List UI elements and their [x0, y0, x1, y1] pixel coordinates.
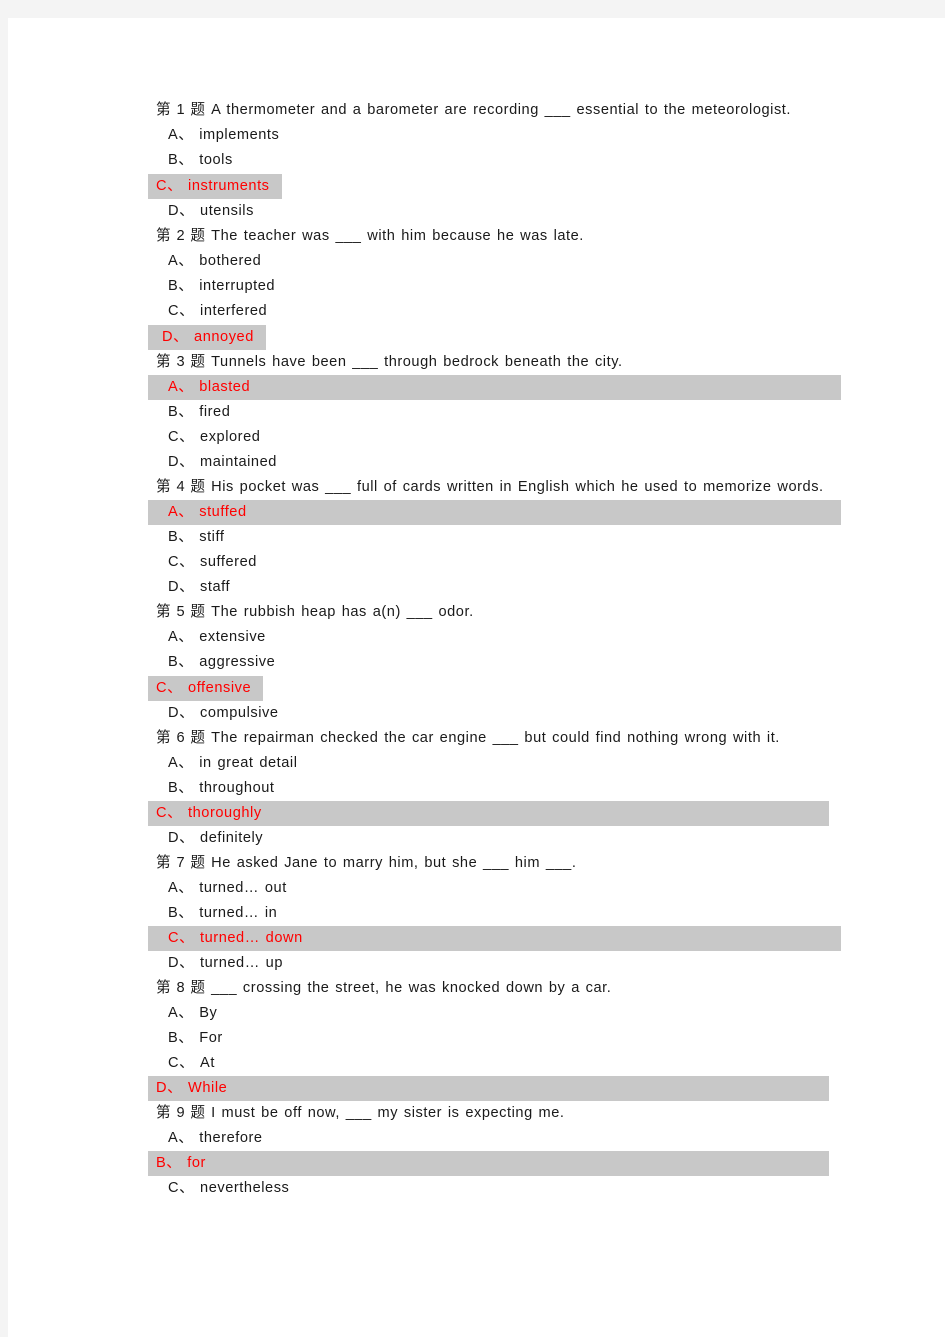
option-item[interactable]: A、 By: [148, 1001, 828, 1026]
question-block: 第 3 题 Tunnels have been ___ through bedr…: [148, 350, 841, 475]
option-item[interactable]: B、 aggressive: [148, 650, 828, 675]
option-item[interactable]: C、 suffered: [148, 550, 828, 575]
option-item-answer[interactable]: C、 instruments: [148, 174, 282, 199]
question-block: 第 7 题 He asked Jane to marry him, but sh…: [148, 851, 841, 976]
option-item[interactable]: C、 nevertheless: [148, 1176, 828, 1201]
option-item[interactable]: C、 interfered: [148, 299, 828, 324]
option-item[interactable]: D、 turned… up: [148, 951, 828, 976]
question-number: 第 5 题: [156, 604, 206, 620]
option-item-answer[interactable]: C、 thoroughly: [148, 801, 829, 826]
option-item-answer[interactable]: A、 blasted: [148, 375, 841, 400]
option-item[interactable]: C、 explored: [148, 425, 828, 450]
question-block: 第 6 题 The repairman checked the car engi…: [148, 726, 829, 851]
question-prompt: The teacher was ___ with him because he …: [205, 228, 584, 244]
question-number: 第 7 题: [156, 855, 206, 871]
option-item[interactable]: A、 turned… out: [148, 876, 828, 901]
question-text: 第 9 题 I must be off now, ___ my sister i…: [148, 1101, 828, 1126]
option-item[interactable]: B、 stiff: [148, 525, 828, 550]
question-number: 第 9 题: [156, 1105, 206, 1121]
option-item[interactable]: C、 At: [148, 1051, 828, 1076]
option-item[interactable]: A、 bothered: [148, 249, 828, 274]
question-block: 第 8 题 ___ crossing the street, he was kn…: [148, 976, 829, 1101]
question-block: 第 4 题 His pocket was ___ full of cards w…: [148, 475, 841, 600]
option-item[interactable]: D、 compulsive: [148, 701, 828, 726]
option-item[interactable]: D、 staff: [148, 575, 828, 600]
question-number: 第 6 题: [156, 730, 206, 746]
option-item[interactable]: A、 therefore: [148, 1126, 828, 1151]
question-text: 第 7 题 He asked Jane to marry him, but sh…: [148, 851, 828, 876]
option-item-answer[interactable]: D、 While: [148, 1076, 829, 1101]
question-text: 第 3 题 Tunnels have been ___ through bedr…: [148, 350, 828, 375]
question-text: 第 5 题 The rubbish heap has a(n) ___ odor…: [148, 600, 828, 625]
option-item-answer[interactable]: A、 stuffed: [148, 500, 841, 525]
option-item[interactable]: B、 throughout: [148, 776, 828, 801]
option-item[interactable]: A、 implements: [148, 123, 828, 148]
question-prompt: He asked Jane to marry him, but she ___ …: [205, 855, 577, 871]
question-number: 第 2 题: [156, 228, 206, 244]
quiz-content: 第 1 题 A thermometer and a barometer are …: [148, 98, 841, 1201]
option-item[interactable]: A、 in great detail: [148, 751, 828, 776]
option-row: C、 offensive: [148, 675, 828, 701]
option-item[interactable]: D、 definitely: [148, 826, 828, 851]
question-number: 第 1 题: [156, 102, 206, 118]
question-prompt: The repairman checked the car engine ___…: [205, 730, 780, 746]
question-text: 第 1 题 A thermometer and a barometer are …: [148, 98, 828, 123]
question-block: 第 1 题 A thermometer and a barometer are …: [148, 98, 828, 224]
question-number: 第 8 题: [156, 980, 206, 996]
question-prompt: I must be off now, ___ my sister is expe…: [205, 1105, 565, 1121]
question-number: 第 4 题: [156, 479, 206, 495]
question-prompt: A thermometer and a barometer are record…: [205, 102, 792, 118]
option-item[interactable]: B、 fired: [148, 400, 828, 425]
option-item-answer[interactable]: C、 offensive: [148, 676, 264, 701]
question-prompt: Tunnels have been ___ through bedrock be…: [205, 354, 623, 370]
option-item[interactable]: B、 turned… in: [148, 901, 828, 926]
question-text: 第 8 题 ___ crossing the street, he was kn…: [148, 976, 828, 1001]
option-row: D、 annoyed: [148, 324, 828, 350]
question-text: 第 4 题 His pocket was ___ full of cards w…: [148, 475, 828, 500]
question-number: 第 3 题: [156, 354, 206, 370]
option-item[interactable]: B、 interrupted: [148, 274, 828, 299]
question-prompt: The rubbish heap has a(n) ___ odor.: [205, 604, 474, 620]
option-item-answer[interactable]: C、 turned… down: [148, 926, 841, 951]
question-text: 第 2 题 The teacher was ___ with him becau…: [148, 224, 828, 249]
option-item[interactable]: A、 extensive: [148, 625, 828, 650]
option-item-answer[interactable]: D、 annoyed: [148, 325, 266, 350]
question-prompt: ___ crossing the street, he was knocked …: [205, 980, 612, 996]
question-block: 第 5 题 The rubbish heap has a(n) ___ odor…: [148, 600, 828, 726]
option-row: C、 instruments: [148, 173, 828, 199]
option-item[interactable]: D、 maintained: [148, 450, 828, 475]
question-text: 第 6 题 The repairman checked the car engi…: [148, 726, 828, 751]
question-prompt: His pocket was ___ full of cards written…: [205, 479, 824, 495]
option-item[interactable]: B、 tools: [148, 148, 828, 173]
question-block: 第 9 题 I must be off now, ___ my sister i…: [148, 1101, 829, 1201]
document-page: 第 1 题 A thermometer and a barometer are …: [8, 18, 945, 1337]
option-item-answer[interactable]: B、 for: [148, 1151, 829, 1176]
option-item[interactable]: B、 For: [148, 1026, 828, 1051]
option-item[interactable]: D、 utensils: [148, 199, 828, 224]
question-block: 第 2 题 The teacher was ___ with him becau…: [148, 224, 828, 350]
